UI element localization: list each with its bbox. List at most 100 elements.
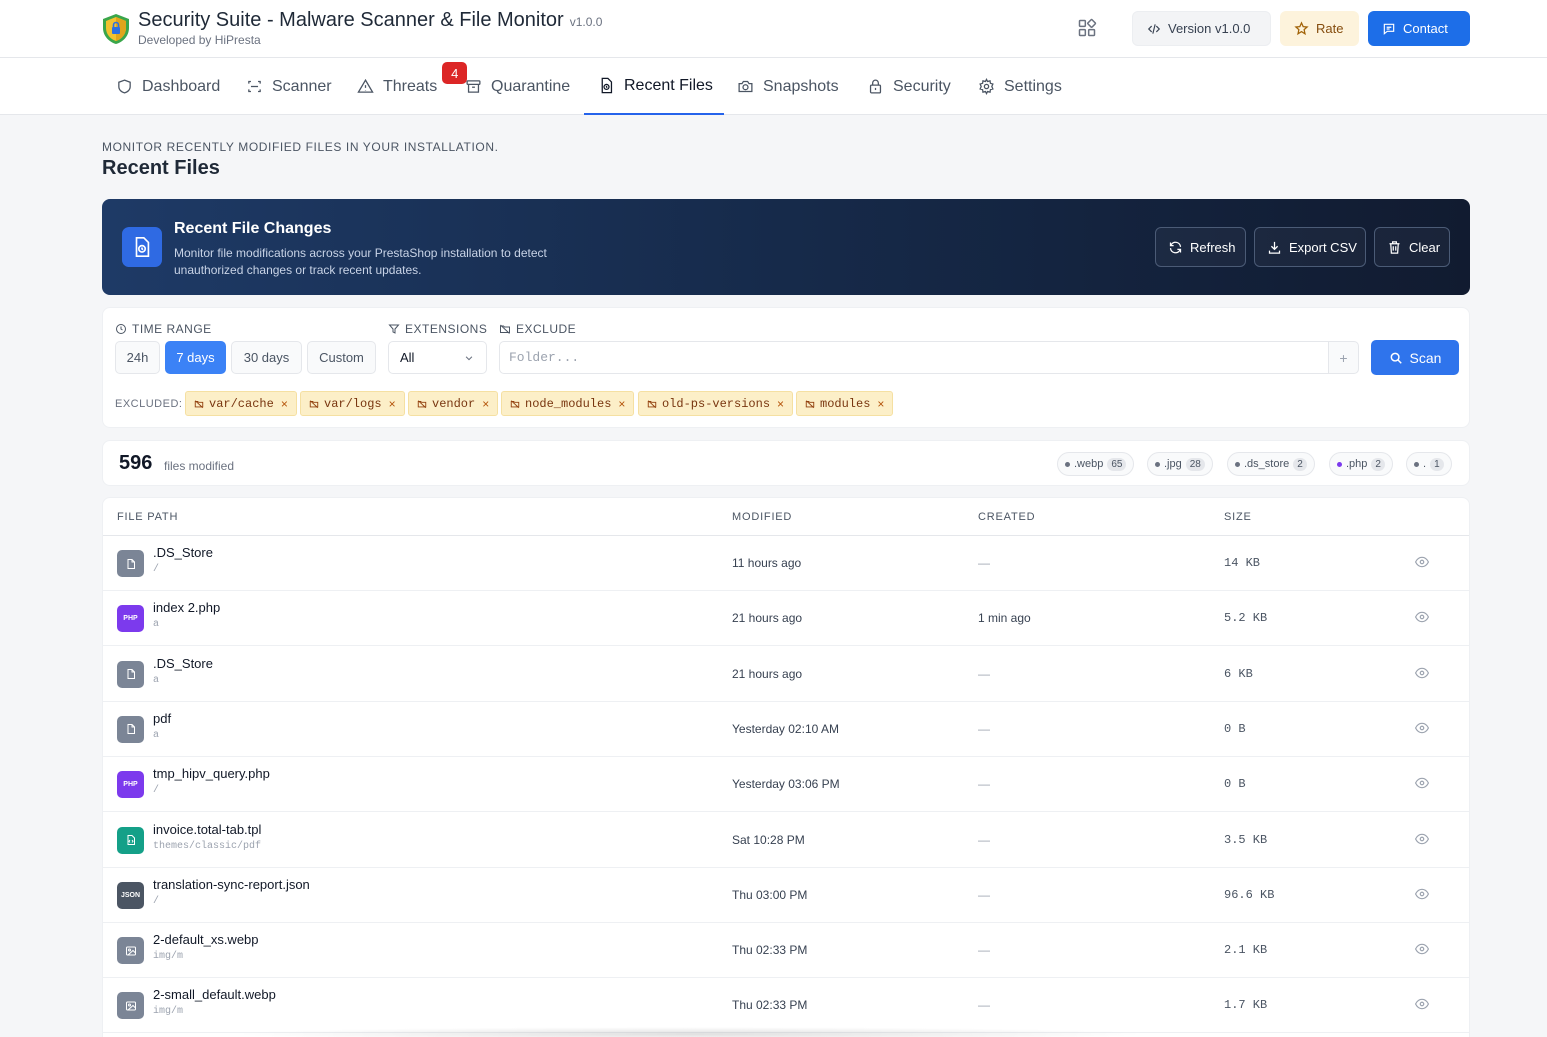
excluded-chip-label: old-ps-versions: [662, 396, 771, 411]
file-size: 2.1 KB: [1224, 943, 1268, 958]
remove-chip-icon[interactable]: ×: [618, 397, 625, 411]
remove-chip-icon[interactable]: ×: [389, 397, 396, 411]
view-eye-icon[interactable]: [1415, 722, 1431, 736]
file-name: .DS_Store: [153, 655, 213, 671]
shield-logo-icon: [101, 13, 131, 45]
tab-scanner[interactable]: Scanner: [232, 58, 346, 115]
scan-button-label: Scan: [1409, 349, 1442, 366]
extension-badge[interactable]: .jpg 28: [1147, 452, 1213, 476]
tab-security[interactable]: Security: [853, 58, 965, 115]
remove-chip-icon[interactable]: ×: [281, 397, 288, 411]
file-icon: [117, 660, 144, 688]
folder-off-icon: [194, 399, 204, 409]
view-eye-icon[interactable]: [1415, 998, 1431, 1012]
extensions-label-text: EXTENSIONS: [405, 322, 488, 336]
extension-name: .jpg: [1164, 458, 1182, 470]
scan-icon: [246, 78, 263, 95]
modified-time: Thu 02:33 PM: [732, 998, 808, 1013]
column-created[interactable]: CREATED: [978, 511, 1035, 523]
file-name: pdf: [153, 710, 172, 726]
tab-snapshots[interactable]: Snapshots: [723, 58, 853, 115]
scan-button[interactable]: Scan: [1371, 340, 1459, 375]
excluded-chip-label: var/logs: [324, 396, 382, 411]
range-24h-button[interactable]: 24h: [115, 341, 160, 374]
remove-chip-icon[interactable]: ×: [482, 397, 489, 411]
table-row[interactable]: .DS_Store / 11 hours ago — 14 KB: [103, 536, 1469, 591]
rate-button[interactable]: Rate: [1280, 11, 1359, 46]
archive-icon: [465, 78, 482, 95]
range-custom-button[interactable]: Custom: [307, 341, 376, 374]
message-icon: [1382, 22, 1396, 36]
view-eye-icon[interactable]: [1415, 667, 1431, 681]
view-eye-icon[interactable]: [1415, 556, 1431, 570]
extension-badge[interactable]: .1: [1406, 452, 1452, 476]
recent-changes-banner: Recent File Changes Monitor file modific…: [102, 199, 1470, 295]
file-size: 5.2 KB: [1224, 611, 1268, 626]
app-version-tag: v1.0.0: [569, 15, 603, 29]
modified-time: 21 hours ago: [732, 611, 803, 626]
code-icon: [1147, 22, 1161, 36]
modified-time: Sat 10:28 PM: [732, 832, 805, 847]
column-modified[interactable]: MODIFIED: [732, 511, 792, 523]
contact-button[interactable]: Contact: [1368, 11, 1470, 46]
extension-dot: [1065, 461, 1070, 467]
table-row[interactable]: invoice.total-tab.tpl themes/classic/pdf S…: [103, 813, 1469, 868]
created-time: —: [978, 998, 990, 1013]
file-icon: [117, 550, 144, 577]
extension-badge[interactable]: .webp 65: [1057, 452, 1135, 476]
column-size[interactable]: SIZE: [1224, 511, 1252, 523]
main-tabs: Dashboard Scanner Threats 4 Quarantine R…: [0, 58, 1547, 115]
table-row[interactable]: 2-small_default.webp img/m Thu 02:33 PM — 1.…: [103, 978, 1469, 1034]
remove-chip-icon[interactable]: ×: [877, 397, 884, 411]
table-row[interactable]: 2-default_xs.webp img/m Thu 02:33 PM — 2.1 K…: [103, 923, 1469, 979]
range-7days-button[interactable]: 7 days: [165, 341, 226, 374]
apps-grid-icon[interactable]: [1077, 18, 1099, 40]
tab-dashboard[interactable]: Dashboard: [102, 58, 234, 115]
view-eye-icon[interactable]: [1415, 833, 1431, 847]
extension-name: .php: [1346, 458, 1368, 470]
range-30days-button[interactable]: 30 days: [231, 341, 302, 374]
extension-count: 28: [1185, 457, 1205, 471]
tab-settings[interactable]: Settings: [964, 58, 1076, 115]
modified-time: Thu 03:00 PM: [732, 887, 808, 902]
extensions-label: EXTENSIONS: [388, 322, 487, 336]
table-row[interactable]: PHP index 2.php a 21 hours ago 1 min ago 5.2 …: [103, 591, 1469, 647]
remove-chip-icon[interactable]: ×: [777, 397, 784, 411]
exclude-label-text: EXCLUDE: [516, 322, 577, 336]
extensions-select[interactable]: All: [388, 341, 487, 374]
export-csv-button[interactable]: Export CSV: [1254, 227, 1366, 267]
table-row[interactable]: pdf a Yesterday 02:10 AM — 0 B: [103, 702, 1469, 757]
table-row[interactable]: PHP tmp_hipv_query.php / Yesterday 03:06 PM…: [103, 757, 1469, 813]
view-eye-icon[interactable]: [1415, 777, 1431, 791]
excluded-chip: vendor ×: [408, 391, 499, 416]
modified-time: 11 hours ago: [732, 556, 802, 570]
tab-label: Snapshots: [763, 77, 839, 95]
table-row[interactable]: JSON translation-sync-report.json / Thu 03:…: [103, 868, 1469, 923]
view-eye-icon[interactable]: [1415, 611, 1431, 625]
file-directory: img/m: [153, 951, 184, 963]
column-file-path[interactable]: FILE PATH: [117, 511, 178, 523]
file-directory: /: [153, 785, 160, 797]
version-button[interactable]: Version v1.0.0: [1132, 11, 1271, 46]
export-csv-button-label: Export CSV: [1289, 239, 1357, 255]
php-file-icon: PHP: [117, 771, 144, 799]
table-row[interactable]: .DS_Store a 21 hours ago — 6 KB: [103, 647, 1469, 702]
exclude-folder-input[interactable]: [499, 341, 1328, 374]
tab-recent-files[interactable]: Recent Files: [584, 58, 724, 115]
file-name: 2-default_xs.webp: [153, 932, 259, 948]
view-eye-icon[interactable]: [1415, 943, 1431, 957]
add-exclude-button[interactable]: +: [1328, 341, 1359, 374]
extension-badge[interactable]: .php 2: [1329, 452, 1393, 476]
excluded-chip: old-ps-versions ×: [638, 391, 794, 416]
app-title-text: Security Suite - Malware Scanner & File …: [138, 9, 564, 31]
extension-badge[interactable]: .ds_store 2: [1227, 452, 1315, 476]
file-directory: /: [153, 895, 160, 907]
clear-button[interactable]: Clear: [1374, 227, 1450, 267]
tab-label: Quarantine: [491, 77, 571, 95]
file-directory: a: [153, 729, 160, 741]
tab-quarantine[interactable]: Quarantine: [451, 58, 584, 115]
modified-count-label: files modified: [164, 459, 235, 473]
refresh-button[interactable]: Refresh: [1155, 227, 1246, 267]
view-eye-icon[interactable]: [1415, 888, 1431, 902]
tab-threats[interactable]: Threats 4: [343, 58, 468, 115]
